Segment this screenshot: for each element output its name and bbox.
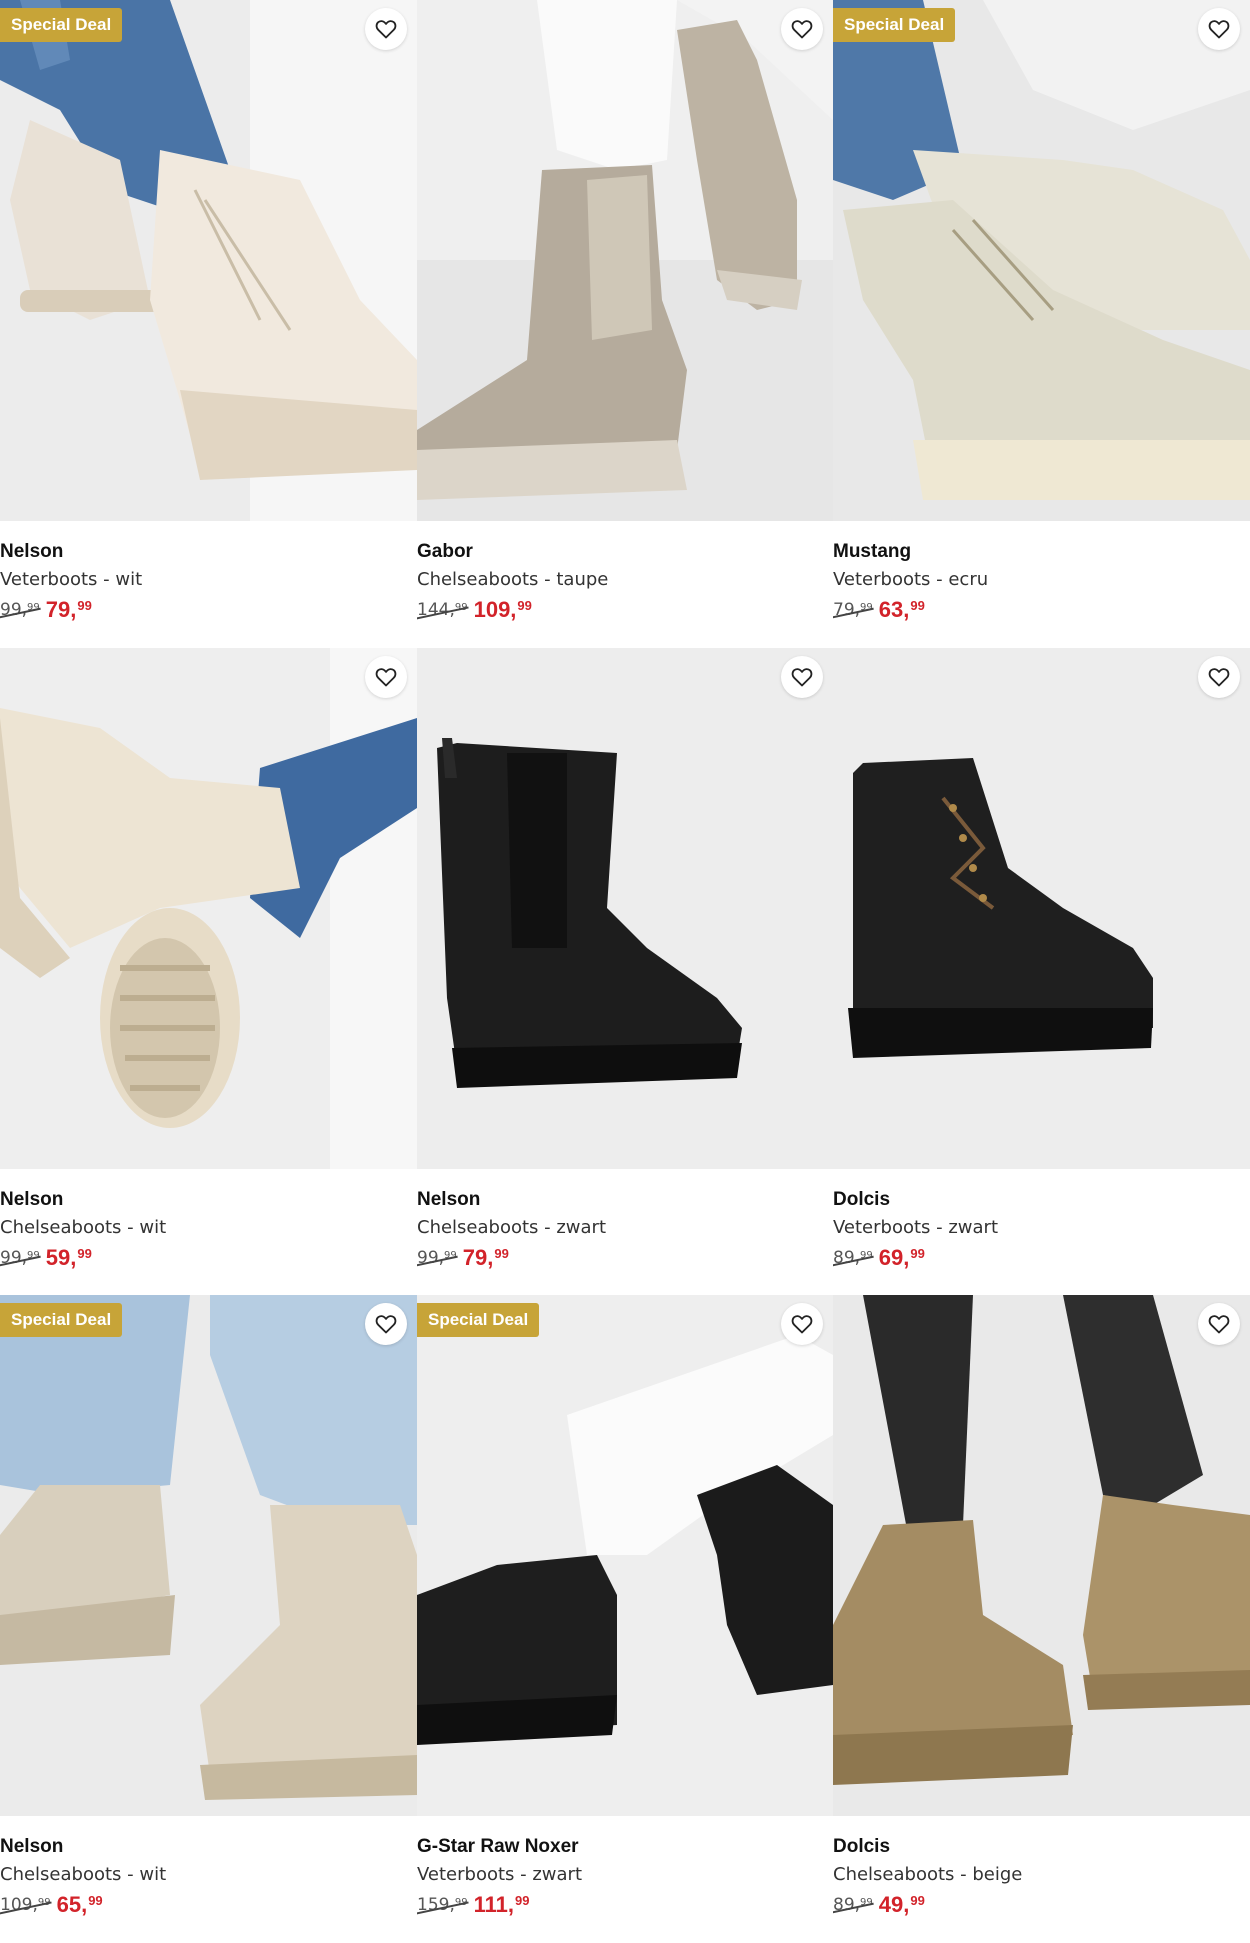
product-card[interactable]: Dolcis Chelseaboots - beige 89, 99 49, 99 <box>833 1295 1250 1943</box>
favorite-button[interactable] <box>365 1303 407 1345</box>
product-description[interactable]: Chelseaboots - wit <box>0 1214 417 1241</box>
product-brand[interactable]: G-Star Raw Noxer <box>417 1833 833 1861</box>
sale-price: 49, 99 <box>878 1892 925 1917</box>
heart-outline-icon <box>1208 20 1230 39</box>
product-image[interactable] <box>417 0 833 521</box>
favorite-button[interactable] <box>781 656 823 698</box>
product-image[interactable] <box>417 648 833 1169</box>
heart-outline-icon <box>375 20 397 39</box>
original-price: 79, 99 <box>833 596 873 624</box>
product-card[interactable]: Special Deal Mustang Veterboots - ecru 7… <box>833 0 1250 648</box>
favorite-button[interactable] <box>781 8 823 50</box>
price-row: 159, 99 111, 99 <box>417 1891 833 1921</box>
product-image[interactable]: Special Deal <box>0 1295 417 1816</box>
product-image[interactable] <box>0 648 417 1169</box>
product-info: G-Star Raw Noxer Veterboots - zwart 159,… <box>417 1833 833 1921</box>
product-brand[interactable]: Nelson <box>0 538 417 566</box>
original-price: 99, 99 <box>0 596 40 624</box>
product-image[interactable] <box>833 1295 1250 1816</box>
favorite-button[interactable] <box>781 1303 823 1345</box>
sale-price: 63, 99 <box>878 597 925 622</box>
product-card[interactable]: Special Deal Nelson Chelseaboots - wit 1… <box>0 1295 417 1943</box>
product-info: Dolcis Chelseaboots - beige 89, 99 49, 99 <box>833 1833 1250 1921</box>
price-row: 89, 99 49, 99 <box>833 1891 1250 1921</box>
product-card[interactable]: Special Deal Nelson Veterboots - wit 99,… <box>0 0 417 648</box>
sale-price: 109, 99 <box>473 597 532 622</box>
product-card[interactable]: Special Deal G-Star Raw Noxer Veterboots… <box>417 1295 833 1943</box>
product-description[interactable]: Chelseaboots - wit <box>0 1861 417 1888</box>
product-info: Nelson Chelseaboots - wit 99, 99 59, 99 <box>0 1186 417 1274</box>
original-price: 99, 99 <box>417 1244 457 1272</box>
sale-price: 69, 99 <box>878 1245 925 1270</box>
price-row: 99, 99 79, 99 <box>417 1244 833 1274</box>
product-description[interactable]: Chelseaboots - zwart <box>417 1214 833 1241</box>
product-description[interactable]: Chelseaboots - beige <box>833 1861 1250 1888</box>
product-info: Mustang Veterboots - ecru 79, 99 63, 99 <box>833 538 1250 626</box>
product-brand[interactable]: Nelson <box>0 1186 417 1214</box>
product-brand[interactable]: Nelson <box>0 1833 417 1861</box>
product-info: Dolcis Veterboots - zwart 89, 99 69, 99 <box>833 1186 1250 1274</box>
product-description[interactable]: Veterboots - zwart <box>833 1214 1250 1241</box>
special-deal-badge: Special Deal <box>0 1303 123 1337</box>
product-image[interactable]: Special Deal <box>417 1295 833 1816</box>
price-row: 99, 99 79, 99 <box>0 596 417 626</box>
product-brand[interactable]: Dolcis <box>833 1833 1250 1861</box>
price-row: 109, 99 65, 99 <box>0 1891 417 1921</box>
favorite-button[interactable] <box>365 8 407 50</box>
price-row: 79, 99 63, 99 <box>833 596 1250 626</box>
product-description[interactable]: Veterboots - wit <box>0 566 417 593</box>
sale-price: 59, 99 <box>45 1245 92 1270</box>
product-image[interactable] <box>833 648 1250 1169</box>
heart-outline-icon <box>1208 1315 1230 1334</box>
product-description[interactable]: Chelseaboots - taupe <box>417 566 833 593</box>
price-row: 89, 99 69, 99 <box>833 1244 1250 1274</box>
favorite-button[interactable] <box>1198 656 1240 698</box>
special-deal-badge: Special Deal <box>417 1303 540 1337</box>
special-deal-badge: Special Deal <box>833 8 956 42</box>
sale-price: 79, 99 <box>462 1245 509 1270</box>
product-grid: Special Deal Nelson Veterboots - wit 99,… <box>0 0 1250 1943</box>
product-description[interactable]: Veterboots - ecru <box>833 566 1250 593</box>
product-brand[interactable]: Mustang <box>833 538 1250 566</box>
product-brand[interactable]: Gabor <box>417 538 833 566</box>
heart-outline-icon <box>791 668 813 687</box>
original-price: 89, 99 <box>833 1891 873 1919</box>
price-row: 144, 99 109, 99 <box>417 596 833 626</box>
product-image[interactable]: Special Deal <box>0 0 417 521</box>
heart-outline-icon <box>1208 668 1230 687</box>
heart-outline-icon <box>791 20 813 39</box>
product-card[interactable]: Nelson Chelseaboots - zwart 99, 99 79, 99 <box>417 648 833 1295</box>
favorite-button[interactable] <box>1198 8 1240 50</box>
original-price: 99, 99 <box>0 1244 40 1272</box>
sale-price: 111, 99 <box>473 1892 530 1917</box>
heart-outline-icon <box>791 1315 813 1334</box>
product-card[interactable]: Nelson Chelseaboots - wit 99, 99 59, 99 <box>0 648 417 1295</box>
sale-price: 79, 99 <box>45 597 92 622</box>
price-row: 99, 99 59, 99 <box>0 1244 417 1274</box>
product-description[interactable]: Veterboots - zwart <box>417 1861 833 1888</box>
original-price: 159, 99 <box>417 1891 468 1919</box>
product-card[interactable]: Dolcis Veterboots - zwart 89, 99 69, 99 <box>833 648 1250 1295</box>
product-info: Nelson Chelseaboots - wit 109, 99 65, 99 <box>0 1833 417 1921</box>
product-info: Nelson Veterboots - wit 99, 99 79, 99 <box>0 538 417 626</box>
favorite-button[interactable] <box>1198 1303 1240 1345</box>
product-card[interactable]: Gabor Chelseaboots - taupe 144, 99 109, 99 <box>417 0 833 648</box>
product-info: Gabor Chelseaboots - taupe 144, 99 109, 99 <box>417 538 833 626</box>
product-image[interactable]: Special Deal <box>833 0 1250 521</box>
favorite-button[interactable] <box>365 656 407 698</box>
product-info: Nelson Chelseaboots - zwart 99, 99 79, 99 <box>417 1186 833 1274</box>
product-brand[interactable]: Dolcis <box>833 1186 1250 1214</box>
heart-outline-icon <box>375 668 397 687</box>
original-price: 144, 99 <box>417 596 468 624</box>
special-deal-badge: Special Deal <box>0 8 123 42</box>
product-brand[interactable]: Nelson <box>417 1186 833 1214</box>
sale-price: 65, 99 <box>56 1892 103 1917</box>
heart-outline-icon <box>375 1315 397 1334</box>
original-price: 109, 99 <box>0 1891 51 1919</box>
original-price: 89, 99 <box>833 1244 873 1272</box>
